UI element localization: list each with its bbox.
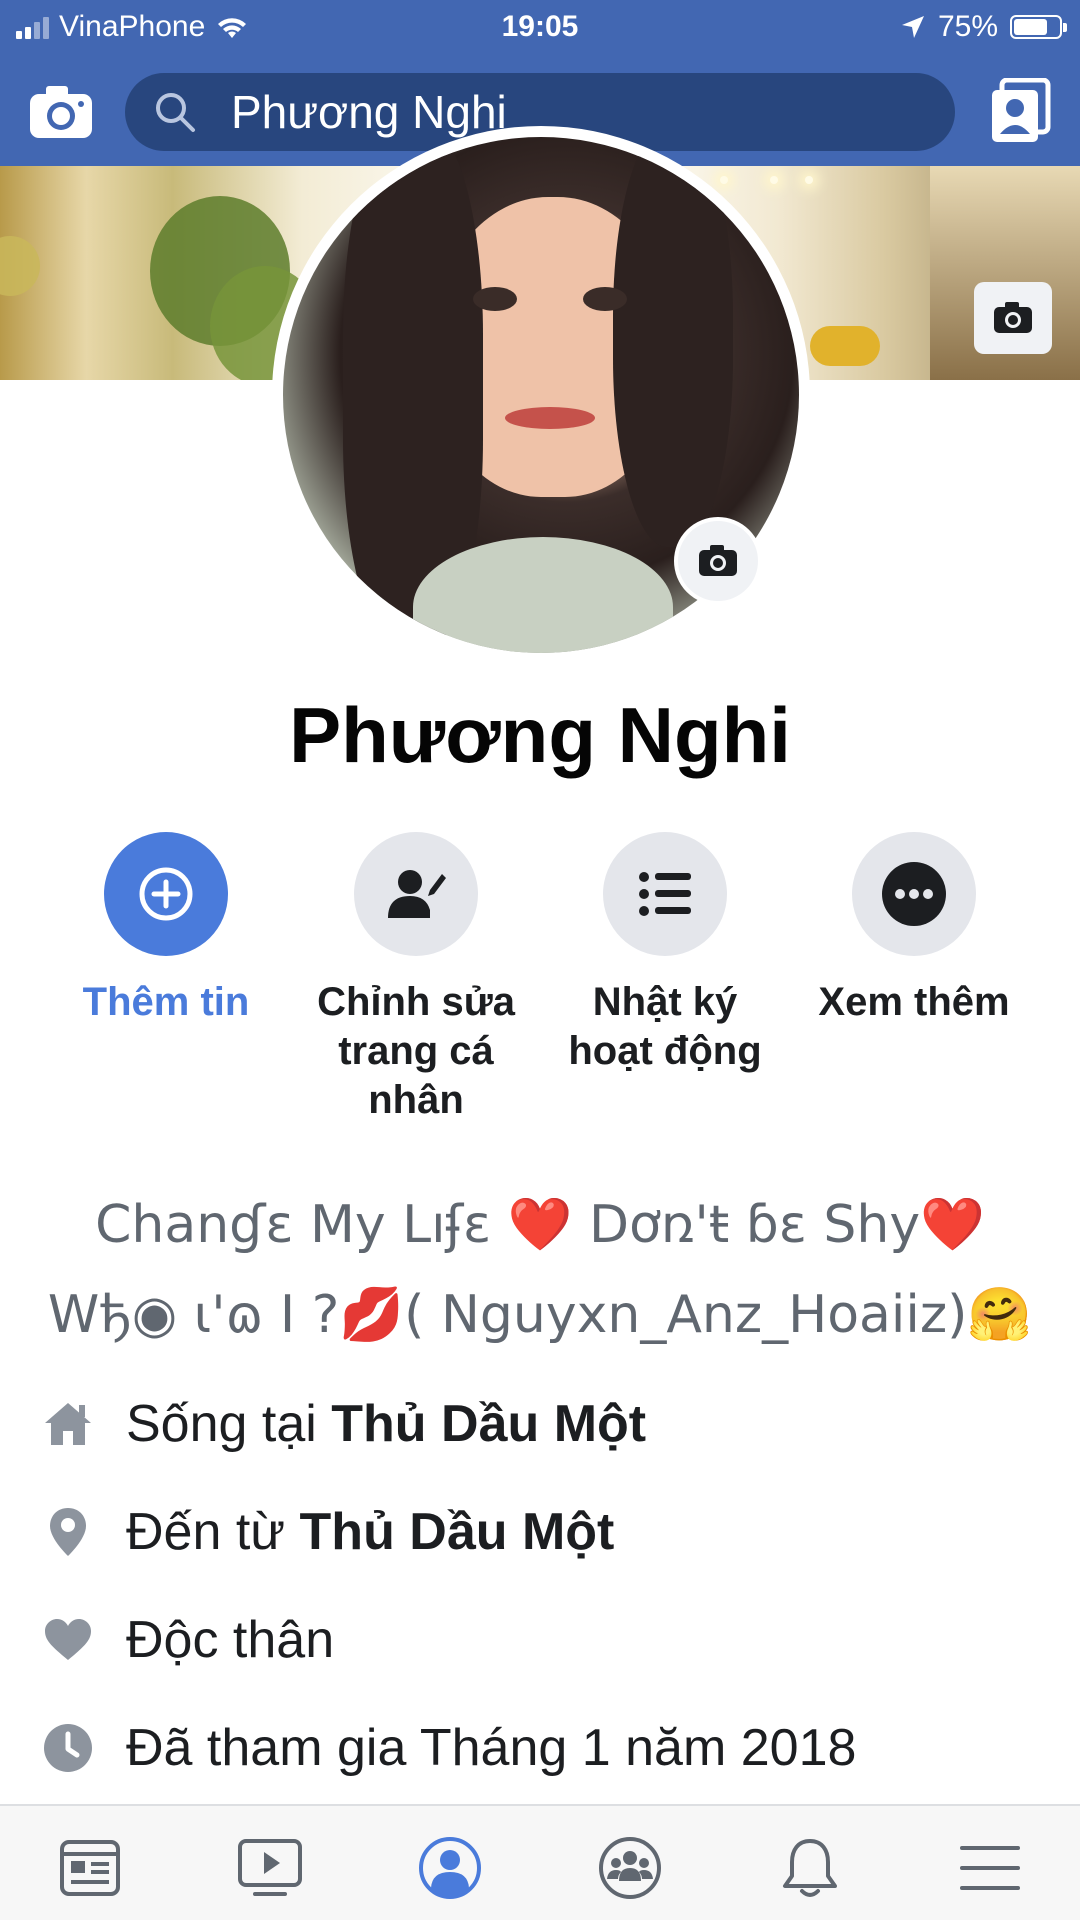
detail-relationship[interactable]: Độc thân bbox=[40, 1586, 1060, 1694]
tab-menu[interactable] bbox=[954, 1832, 1026, 1904]
profile-bio: Chanɠɛ My Lıʄɛ ❤️ Dơռ'ŧ ɓɛ Shy❤️ Wђ◉ ɩ'ɷ… bbox=[0, 1180, 1080, 1360]
groups-icon bbox=[599, 1837, 661, 1899]
list-icon bbox=[639, 872, 691, 916]
home-icon bbox=[40, 1396, 96, 1452]
clock-icon bbox=[40, 1720, 96, 1776]
battery-percent: 75% bbox=[937, 10, 998, 43]
search-query: Phương Nghi bbox=[231, 86, 507, 138]
bio-line: Wђ◉ ɩ'ɷ I ?💋( Nguyxn_Anz_Hoaiiz)🤗 bbox=[47, 1285, 1033, 1345]
action-circle[interactable] bbox=[852, 832, 976, 956]
bottom-tab-bar bbox=[0, 1804, 1080, 1920]
intro-details: Sống tại Thủ Dầu Một Đến từ Thủ Dầu Một … bbox=[40, 1370, 1060, 1802]
search-icon bbox=[156, 93, 195, 132]
detail-text: Sống tại Thủ Dầu Một bbox=[126, 1395, 647, 1453]
camera-icon bbox=[699, 545, 737, 576]
activity-log-button[interactable]: Nhật ký hoạt động bbox=[545, 832, 785, 1076]
detail-text: Đã tham gia Tháng 1 năm 2018 bbox=[126, 1719, 857, 1777]
profile-switch-icon[interactable] bbox=[990, 78, 1052, 144]
tab-watch[interactable] bbox=[234, 1832, 306, 1904]
action-label: Xem thêm bbox=[818, 980, 1010, 1024]
avatar-camera-button[interactable] bbox=[674, 517, 762, 605]
heart-icon bbox=[40, 1612, 96, 1668]
detail-from[interactable]: Đến từ Thủ Dầu Một bbox=[40, 1478, 1060, 1586]
cover-camera-button[interactable] bbox=[974, 282, 1052, 354]
detail-lives-in[interactable]: Sống tại Thủ Dầu Một bbox=[40, 1370, 1060, 1478]
location-arrow-icon bbox=[901, 16, 924, 38]
detail-text: Đến từ Thủ Dầu Một bbox=[126, 1503, 615, 1561]
bio-line: Chanɠɛ My Lıʄɛ ❤️ Dơռ'ŧ ɓɛ Shy❤️ bbox=[95, 1195, 985, 1255]
detail-text: Độc thân bbox=[126, 1611, 335, 1669]
add-story-button[interactable]: Thêm tin bbox=[46, 832, 286, 1027]
status-bar: VinaPhone 19:05 75% bbox=[0, 0, 1080, 58]
detail-joined[interactable]: Đã tham gia Tháng 1 năm 2018 bbox=[40, 1694, 1060, 1802]
camera-icon[interactable] bbox=[28, 82, 94, 142]
tab-groups[interactable] bbox=[594, 1832, 666, 1904]
profile-icon bbox=[419, 1837, 481, 1899]
watch-icon bbox=[238, 1839, 302, 1896]
location-pin-icon bbox=[40, 1504, 96, 1560]
tab-news-feed[interactable] bbox=[54, 1832, 126, 1904]
battery-icon bbox=[1010, 15, 1067, 39]
action-circle[interactable] bbox=[603, 832, 727, 956]
tab-profile[interactable] bbox=[414, 1832, 486, 1904]
status-right: 75% bbox=[900, 10, 1067, 44]
action-circle[interactable] bbox=[354, 832, 478, 956]
more-icon bbox=[882, 862, 946, 926]
profile-name: Phương Nghi bbox=[289, 691, 791, 779]
camera-icon bbox=[994, 302, 1032, 333]
news-feed-icon bbox=[60, 1840, 120, 1896]
tab-notifications[interactable] bbox=[774, 1832, 846, 1904]
edit-profile-icon bbox=[388, 870, 446, 918]
plus-icon bbox=[139, 867, 193, 921]
profile-actions: Thêm tin Chỉnh sửa trang cá nhân Nhật ký… bbox=[0, 832, 1080, 1132]
action-circle[interactable] bbox=[104, 832, 228, 956]
action-label: Thêm tin bbox=[82, 980, 250, 1024]
menu-icon bbox=[960, 1846, 1020, 1890]
see-more-button[interactable]: Xem thêm bbox=[794, 832, 1034, 1027]
action-label: Chỉnh sửa trang cá nhân bbox=[317, 980, 515, 1122]
edit-profile-button[interactable]: Chỉnh sửa trang cá nhân bbox=[296, 832, 536, 1125]
action-label: Nhật ký hoạt động bbox=[568, 980, 762, 1073]
notifications-icon bbox=[783, 1839, 837, 1897]
